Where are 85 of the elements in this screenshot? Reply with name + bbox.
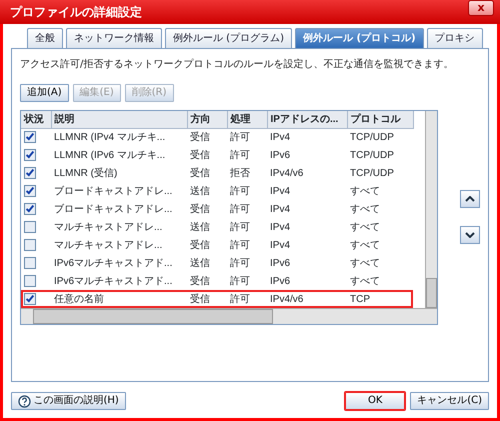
- checkbox[interactable]: [24, 202, 36, 215]
- table-cell: IPv4/v6: [270, 168, 304, 178]
- horizontal-scrollbar[interactable]: [21, 308, 437, 324]
- column-header[interactable]: プロトコル: [347, 111, 413, 128]
- table-cell: IPv4: [270, 240, 290, 250]
- column-header[interactable]: 状況: [21, 111, 51, 128]
- table-cell: TCP/UDP: [350, 132, 394, 143]
- table-cell: IPv4: [270, 204, 290, 214]
- table-cell: IPv4: [270, 186, 290, 196]
- column-header[interactable]: IPアドレスの...: [267, 111, 347, 128]
- chevron-up-icon: [465, 196, 475, 202]
- table-cell: すべて: [350, 276, 380, 286]
- ok-button[interactable]: OK: [345, 392, 406, 410]
- table-cell: LLMNR (IPv6 マルチキ...: [54, 150, 166, 160]
- table-cell: 拒否: [230, 168, 250, 178]
- table-cell: IPv4: [270, 222, 290, 232]
- checkbox[interactable]: [24, 166, 36, 179]
- table-cell: 受信: [190, 168, 210, 178]
- table-cell: 許可: [230, 294, 250, 304]
- add-button[interactable]: 追加(A): [20, 84, 69, 102]
- tab[interactable]: プロキシ: [426, 28, 483, 48]
- table-cell: 許可: [230, 222, 250, 232]
- table-cell: 受信: [190, 276, 210, 286]
- table-cell: 許可: [230, 204, 250, 214]
- table-cell: すべて: [350, 222, 380, 232]
- table-cell: 受信: [190, 132, 210, 143]
- window-title: プロファイルの詳細設定: [10, 4, 142, 21]
- table-cell: IPv6マルチキャストアド...: [54, 258, 172, 268]
- table-cell: TCP: [350, 294, 370, 304]
- tab[interactable]: ネットワーク情報: [66, 28, 162, 48]
- table-cell: 送信: [190, 258, 210, 268]
- table-cell: LLMNR (受信): [54, 168, 118, 178]
- table-cell: ブロードキャストアドレ...: [54, 186, 172, 196]
- chevron-down-icon: [465, 232, 475, 238]
- column-header[interactable]: 方向: [187, 111, 227, 128]
- column-header[interactable]: 説明: [51, 111, 187, 128]
- table-cell: 受信: [190, 204, 210, 214]
- table-cell: すべて: [350, 204, 380, 214]
- table-cell: 許可: [230, 276, 250, 286]
- table-cell: TCP/UDP: [350, 150, 394, 160]
- checkbox[interactable]: [24, 238, 36, 251]
- table-cell: 任意の名前: [54, 294, 104, 304]
- checkbox[interactable]: [24, 184, 36, 197]
- checkbox[interactable]: [24, 274, 36, 287]
- table-cell: すべて: [350, 258, 380, 268]
- table-cell: TCP/UDP: [350, 168, 394, 178]
- help-button[interactable]: この画面の説明(H): [11, 392, 126, 410]
- table-cell: IPv6: [270, 276, 290, 286]
- table-cell: 受信: [190, 294, 210, 304]
- tab[interactable]: 全般: [27, 28, 63, 48]
- table-cell: LLMNR (IPv4 マルチキ...: [54, 132, 166, 143]
- move-down-button[interactable]: [460, 226, 480, 244]
- checkbox[interactable]: [24, 256, 36, 269]
- table-cell: IPv4/v6: [270, 294, 304, 304]
- table-cell: 許可: [230, 240, 250, 250]
- table-cell: 許可: [230, 150, 250, 160]
- table-cell: 受信: [190, 240, 210, 250]
- table-cell: 許可: [230, 132, 250, 143]
- table-cell: IPv6マルチキャストアド...: [54, 276, 172, 286]
- help-icon: [18, 394, 31, 408]
- tab[interactable]: 例外ルール (プロトコル): [294, 28, 424, 48]
- move-up-button[interactable]: [460, 190, 480, 208]
- table-cell: マルチキャストアドレ...: [54, 240, 162, 250]
- cancel-button[interactable]: キャンセル(C): [410, 392, 489, 410]
- checkbox[interactable]: [24, 131, 36, 144]
- tab[interactable]: 例外ルール (プログラム): [165, 28, 292, 48]
- column-header[interactable]: 処理: [227, 111, 267, 128]
- table-cell: IPv6: [270, 258, 290, 268]
- table-cell: IPv4: [270, 132, 290, 143]
- table-cell: ブロードキャストアドレ...: [54, 204, 172, 214]
- table-cell: すべて: [350, 240, 380, 250]
- checkbox[interactable]: [24, 292, 36, 305]
- table-cell: 許可: [230, 258, 250, 268]
- table-cell: IPv6: [270, 150, 290, 160]
- checkbox[interactable]: [24, 148, 36, 161]
- table-cell: 許可: [230, 186, 250, 196]
- description-text: アクセス許可/拒否するネットワークプロトコルのルールを設定し、不正な通信を監視できます。: [20, 58, 454, 72]
- checkbox[interactable]: [24, 220, 36, 233]
- table-cell: すべて: [350, 186, 380, 196]
- vertical-scrollbar[interactable]: [425, 111, 437, 308]
- table-cell: 送信: [190, 186, 210, 196]
- close-button[interactable]: x: [468, 0, 494, 16]
- table-cell: マルチキャストアドレ...: [54, 222, 162, 232]
- table-cell: 送信: [190, 222, 210, 232]
- table-cell: 受信: [190, 150, 210, 160]
